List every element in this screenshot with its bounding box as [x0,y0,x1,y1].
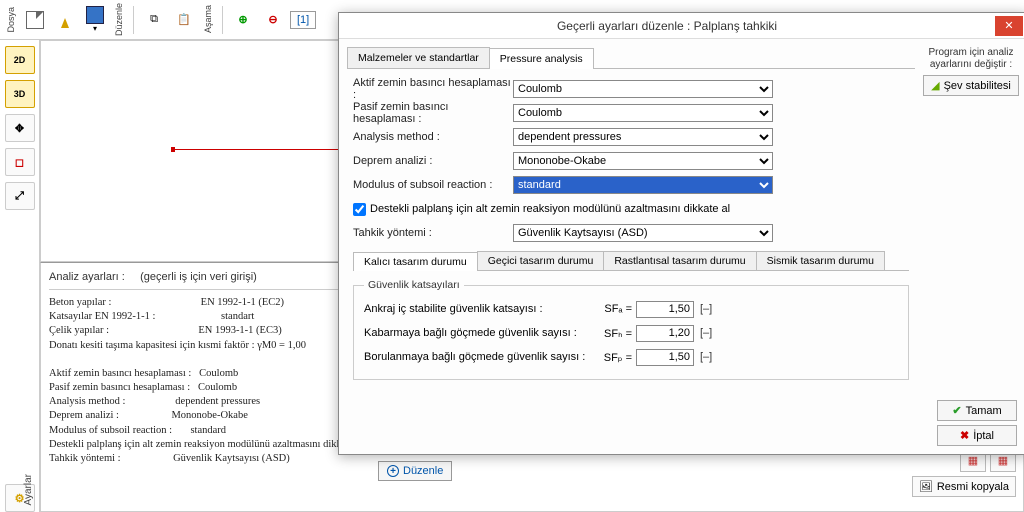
cancel-button[interactable]: ✖İptal [937,425,1017,446]
dialog-right-panel: Program için analiz ayarlarını değiştir … [923,47,1019,446]
sf-piping-symbol: SFₚ = [594,351,636,364]
analysis-method-select[interactable]: dependent pressures [513,128,773,146]
sf-piping-unit: [–] [694,351,714,363]
zoom-fit-button[interactable]: ⤢ [5,182,35,210]
close-icon: ✕ [1004,19,1013,32]
panel-header-value: (geçerli iş için veri girişi) [140,271,257,283]
dialog-title: Geçerli ayarları düzenle : Palplanş tahk… [339,19,995,33]
image-icon: ▦ [968,454,978,467]
check-icon: ✔ [952,404,961,417]
sf-heave-label: Kabarmaya bağlı göçmede güvenlik sayısı … [364,327,594,339]
x-icon: ✖ [960,429,969,442]
verify-method-select[interactable]: Güvenlik Kaytsayısı (ASD) [513,224,773,242]
passive-pressure-label: Pasif zemin basıncı hesaplaması : [353,101,513,125]
paste-icon: 📋 [177,13,191,26]
panel-header-label: Analiz ayarları : [49,271,125,283]
zoom-select-button[interactable]: ◻ [5,148,35,176]
verify-method-label: Tahkik yöntemi : [353,227,513,239]
toolbar-divider [133,6,134,34]
modulus-select[interactable]: standard [513,176,773,194]
sf-heave-unit: [–] [694,327,714,339]
dialog-titlebar[interactable]: Geçerli ayarları düzenle : Palplanş tahk… [339,13,1024,39]
edit-button-label: Düzenle [403,465,443,477]
sf-piping-label: Borulanmaya bağlı göçmede güvenlik sayıs… [364,351,594,363]
sf-heave-input[interactable] [636,325,694,342]
menu-dosya-label: Dosya [6,7,16,33]
sf-anchor-unit: [–] [694,303,714,315]
save-icon [86,6,104,24]
copy-image-icon: 🖼 [919,480,933,493]
selection-icon: ◻ [15,156,24,169]
change-settings-hint: Program için analiz ayarlarını değiştir … [923,47,1019,71]
fit-icon: ⤢ [15,190,24,203]
edit-settings-button[interactable]: + Düzenle [378,461,452,481]
modulus-label: Modulus of subsoil reaction : [353,179,513,191]
view-2d-button[interactable]: 2D [5,46,35,74]
view-3d-button[interactable]: 3D [5,80,35,108]
paste-button[interactable]: 📋 [171,4,197,36]
plus-icon: ⊕ [238,13,247,26]
sf-anchor-input[interactable] [636,301,694,318]
design-situation-tabs: Kalıcı tasarım durumu Geçici tasarım dur… [353,251,909,271]
save-file-button[interactable]: ▾ [82,4,108,36]
remove-stage-button[interactable]: ⊖ [260,4,286,36]
dialog-footer: ✔Tamam ✖İptal [937,400,1017,446]
folder-open-icon [61,18,69,28]
move-view-button[interactable]: ✥ [5,114,35,142]
close-dialog-button[interactable]: ✕ [995,16,1023,36]
reduce-modulus-checkbox[interactable] [353,203,366,216]
earthquake-label: Deprem analizi : [353,155,513,167]
image-icon: ▦ [998,454,1008,467]
open-file-button[interactable] [52,4,78,36]
analysis-method-label: Analysis method : [353,131,513,143]
sf-piping-input[interactable] [636,349,694,366]
tab-materials[interactable]: Malzemeler ve standartlar [347,47,490,68]
panel-side-label: Ayarlar [23,474,34,506]
edit-settings-dialog: Geçerli ayarları düzenle : Palplanş tahk… [338,12,1024,455]
move-icon: ✥ [15,122,24,135]
copy-image-button[interactable]: 🖼 Resmi kopyala [912,476,1016,497]
subtab-accidental[interactable]: Rastlantısal tasarım durumu [603,251,756,270]
new-file-button[interactable] [22,4,48,36]
sf-heave-symbol: SFₕ = [594,327,636,340]
minus-icon: ⊖ [268,13,277,26]
slope-label: Şev stabilitesi [944,80,1011,92]
ok-button[interactable]: ✔Tamam [937,400,1017,421]
sf-anchor-symbol: SFₐ = [594,303,636,315]
safety-factors-fieldset: Güvenlik katsayıları Ankraj iç stabilite… [353,279,909,380]
menu-duzenle-label: Düzenle [114,3,124,36]
copy-icon: ⧉ [150,13,158,26]
slope-stability-button[interactable]: ◢ Şev stabilitesi [923,75,1019,96]
reduce-modulus-label: Destekli palplanş için alt zemin reaksiy… [370,203,730,215]
dialog-tabs: Malzemeler ve standartlar Pressure analy… [347,47,915,69]
safety-factors-legend: Güvenlik katsayıları [364,279,464,291]
document-icon [26,11,44,29]
pressure-form: Aktif zemin basıncı hesaplaması : Coulom… [347,69,915,384]
tab-pressure-analysis[interactable]: Pressure analysis [489,48,594,69]
copy-image-label: Resmi kopyala [937,481,1009,493]
earthquake-select[interactable]: Mononobe-Okabe [513,152,773,170]
canvas-action-icons: ▦ ▦ 🖼 Resmi kopyala [912,448,1016,508]
slope-icon: ◢ [931,79,939,92]
subtab-seismic[interactable]: Sismik tasarım durumu [756,251,885,270]
sf-anchor-label: Ankraj iç stabilite güvenlik katsayısı : [364,303,594,315]
stage-tab-1[interactable]: [1] [290,11,316,29]
subtab-transient[interactable]: Geçici tasarım durumu [477,251,605,270]
passive-pressure-select[interactable]: Coulomb [513,104,773,122]
active-pressure-label: Aktif zemin basıncı hesaplaması : [353,77,513,101]
menu-asama-label: Aşama [203,5,213,33]
toolbar-divider-2 [222,6,223,34]
subtab-permanent[interactable]: Kalıcı tasarım durumu [353,252,478,271]
add-stage-button[interactable]: ⊕ [230,4,256,36]
drawn-line [171,149,341,150]
plus-circle-icon: + [387,465,399,477]
left-sidebar: 2D 3D ✥ ◻ ⤢ ⚙ [0,40,40,512]
active-pressure-select[interactable]: Coulomb [513,80,773,98]
copy-button[interactable]: ⧉ [141,4,167,36]
